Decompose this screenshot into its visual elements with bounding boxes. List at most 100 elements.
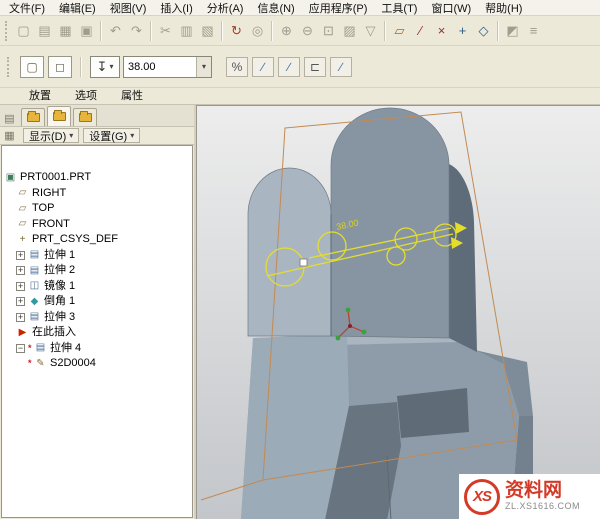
model-3d[interactable] — [241, 108, 533, 519]
tree-item[interactable]: ▶ 在此插入 — [2, 325, 192, 341]
dashboard-tab[interactable]: 选项 — [64, 89, 108, 104]
csys-toggle-icon[interactable]: + — [452, 20, 473, 41]
tree-item-label: 倒角 1 — [44, 294, 75, 310]
main-area: ▤ ▦ 显示(D) ▾ 设置(G) ▾ ▣ PRT0001.PRT ▱ RIGH… — [0, 105, 600, 519]
tree-expander[interactable]: + — [16, 297, 25, 306]
tree-item[interactable]: + PRT_CSYS_DEF — [2, 232, 192, 248]
navigator-grid-icon[interactable]: ▤ — [2, 111, 17, 126]
tree-item-label: PRT_CSYS_DEF — [32, 232, 118, 248]
tree-item[interactable]: * ✎ S2D0004 — [2, 356, 192, 372]
tree-item[interactable]: + ▤ 拉伸 1 — [2, 248, 192, 264]
remove-material-button[interactable]: ∕ — [252, 57, 274, 77]
model-tree: ▣ PRT0001.PRT ▱ RIGHT ▱ TOP ▱ FRONT + PR… — [1, 145, 193, 518]
dashboard-right-buttons: %∕∕⊏∕ — [226, 57, 352, 77]
tree-expander[interactable]: + — [16, 266, 25, 275]
datum-plane-icon: ▱ — [16, 219, 29, 229]
tree-item[interactable]: + ▤ 拉伸 2 — [2, 263, 192, 279]
corner-icon-slot-2: ▦ — [2, 128, 19, 143]
depth-type-button[interactable]: ↧ ▾ — [90, 56, 120, 78]
toolbar-separator — [497, 21, 499, 41]
saved-views-icon: ▽ — [360, 20, 381, 41]
tree-item[interactable]: + ◫ 镜像 1 — [2, 279, 192, 295]
tree-item[interactable]: ▱ TOP — [2, 201, 192, 217]
flip-direction-button[interactable]: % — [226, 57, 248, 77]
menu-item[interactable]: 文件(F) — [2, 0, 52, 17]
menu-item[interactable]: 窗口(W) — [424, 0, 478, 17]
toolbar-separator — [384, 21, 386, 41]
navigator-sidebar: ▤ ▦ 显示(D) ▾ 设置(G) ▾ ▣ PRT0001.PRT ▱ RIGH… — [0, 105, 196, 519]
dashboard-left-buttons: ▢◻ — [20, 56, 72, 78]
extrude-icon: ▤ — [28, 266, 41, 276]
thicken-sketch-button[interactable]: ∕ — [278, 57, 300, 77]
tree-item-label: FRONT — [32, 217, 70, 233]
hint-panel-button[interactable]: ◻ — [48, 56, 72, 78]
dashboard-tab[interactable]: 放置 — [18, 89, 62, 104]
watermark-brand: 资料网 — [505, 481, 580, 502]
viewport-canvas[interactable]: 38.00 — [197, 106, 599, 519]
tree-item-label: 拉伸 3 — [44, 310, 75, 326]
open-file-icon: ▤ — [34, 20, 55, 41]
placement-panel-button[interactable]: ▢ — [20, 56, 44, 78]
part-icon: ▣ — [4, 173, 17, 183]
feature-dashboard: ▢◻ ↧ ▾ ▾ %∕∕⊏∕ — [0, 46, 600, 88]
menu-item[interactable]: 编辑(E) — [52, 0, 103, 17]
tree-expander[interactable]: + — [16, 313, 25, 322]
folder-icon — [53, 112, 66, 121]
tree-expander[interactable]: + — [16, 282, 25, 291]
feature-marker-icon: * — [28, 356, 33, 372]
datum-point-toggle-icon[interactable]: × — [431, 20, 452, 41]
search-icon: ◎ — [247, 20, 268, 41]
menu-item[interactable]: 工具(T) — [374, 0, 424, 17]
tree-item[interactable]: ▣ PRT0001.PRT — [2, 170, 192, 186]
paste-icon: ▧ — [197, 20, 218, 41]
menu-item[interactable]: 插入(I) — [153, 0, 199, 17]
zoom-in-icon: ⊕ — [276, 20, 297, 41]
main-toolbar: ▢▤▦▣↶↷✂▥▧↻◎⊕⊖⊡▨▽▱∕×+◇◩≡ — [0, 16, 600, 46]
folder-icon — [79, 113, 92, 122]
chevron-down-icon: ▾ — [130, 131, 134, 140]
datum-plane-icon: ▱ — [16, 188, 29, 198]
settings-menu-button[interactable]: 设置(G) ▾ — [83, 128, 140, 143]
navigator-list-icon[interactable]: ▦ — [2, 128, 17, 143]
dashboard-grip[interactable] — [7, 57, 12, 77]
tree-item[interactable]: ▱ RIGHT — [2, 186, 192, 202]
toolbar-separator — [271, 21, 273, 41]
folder-browser-tab[interactable] — [47, 106, 71, 126]
redo-icon: ↷ — [126, 20, 147, 41]
save-file-icon: ▦ — [55, 20, 76, 41]
tree-item[interactable]: − * ▤ 拉伸 4 — [2, 341, 192, 357]
favorites-tab[interactable] — [73, 108, 97, 126]
symmetric-depth-button[interactable]: ⊏ — [304, 57, 326, 77]
show-menu-label: 显示(D) — [29, 128, 66, 144]
refit-icon: ⊡ — [318, 20, 339, 41]
tree-item[interactable]: ▱ FRONT — [2, 217, 192, 233]
dashboard-tab[interactable]: 属性 — [110, 89, 154, 104]
depth-dropdown-button[interactable]: ▾ — [196, 57, 211, 77]
tree-item[interactable]: + ▤ 拉伸 3 — [2, 310, 192, 326]
depth-value-input[interactable] — [124, 57, 196, 77]
graphics-viewport[interactable]: 38.00 XS 资料网 ZL.XS1616.COM — [196, 105, 600, 519]
show-menu-button[interactable]: 显示(D) ▾ — [23, 128, 79, 143]
chevron-down-icon: ▾ — [109, 62, 113, 71]
menu-item[interactable]: 信息(N) — [250, 0, 301, 17]
toolbar-separator — [221, 21, 223, 41]
model-tree-tab[interactable] — [21, 108, 45, 126]
datum-axis-toggle-icon[interactable]: ∕ — [410, 20, 431, 41]
repaint-icon: ▨ — [339, 20, 360, 41]
menu-item[interactable]: 帮助(H) — [478, 0, 529, 17]
watermark: XS 资料网 ZL.XS1616.COM — [459, 474, 600, 519]
tree-expander[interactable]: − — [16, 344, 25, 353]
extrude-icon: ▤ — [28, 250, 41, 260]
menu-item[interactable]: 分析(A) — [200, 0, 251, 17]
tree-item[interactable]: + ◆ 倒角 1 — [2, 294, 192, 310]
annotation-toggle-icon[interactable]: ◇ — [473, 20, 494, 41]
tree-menubar: ▦ 显示(D) ▾ 设置(G) ▾ — [0, 127, 194, 145]
datum-plane-toggle-icon[interactable]: ▱ — [389, 20, 410, 41]
tree-expander[interactable]: + — [16, 251, 25, 260]
menu-item[interactable]: 应用程序(P) — [302, 0, 375, 17]
regenerate-icon[interactable]: ↻ — [226, 20, 247, 41]
change-depth-button[interactable]: ∕ — [330, 57, 352, 77]
menu-item[interactable]: 视图(V) — [103, 0, 154, 17]
drag-handle[interactable] — [300, 259, 307, 266]
toolbar-grip[interactable] — [5, 21, 10, 41]
